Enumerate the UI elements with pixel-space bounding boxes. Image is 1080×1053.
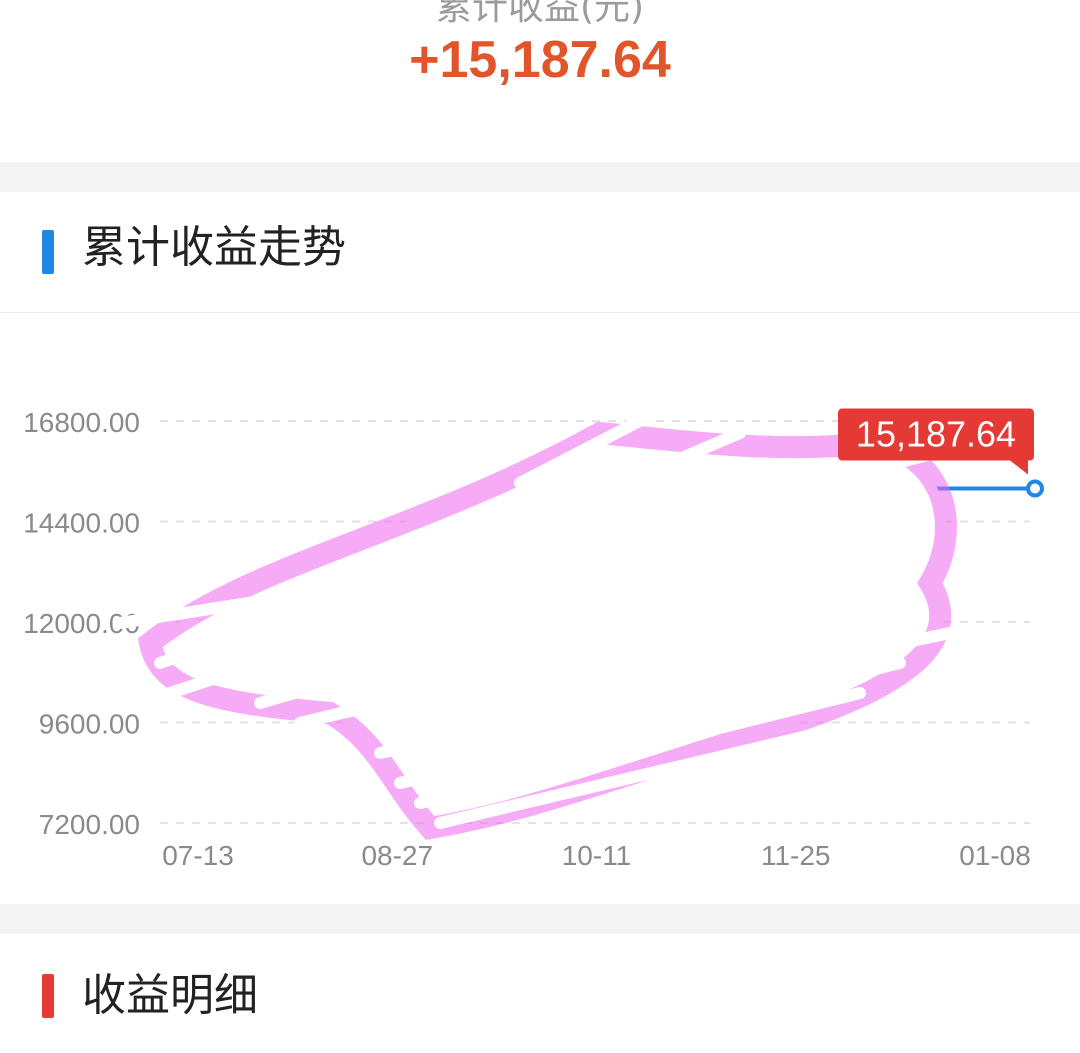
chart-svg: 16800.0014400.0012000.009600.007200.0007…: [23, 407, 1044, 871]
detail-section-title: 收益明细: [82, 970, 258, 1021]
page: 累计收益(元) +15,187.64 累计收益走势 16800.00 14400.…: [0, 0, 1080, 1053]
scribble-overlay: [114, 407, 961, 840]
section-gap: [0, 904, 1080, 934]
x-tick-label: 11-25: [761, 840, 831, 871]
x-tick-label: 07-13: [162, 840, 234, 871]
summary-caption: 累计收益(元): [435, 0, 645, 28]
detail-accent-bar: [42, 974, 54, 1018]
y-tick-label: 14400.00: [23, 508, 140, 539]
y-tick-label: 7200.00: [39, 809, 140, 840]
section-gap: [0, 162, 1080, 192]
end-value-label: 15,187.64: [856, 414, 1016, 455]
summary-panel: 累计收益(元) +15,187.64: [0, 0, 1080, 162]
end-value-tag-pointer: [1010, 460, 1028, 475]
trend-accent-bar: [42, 230, 54, 274]
y-tick-label: 16800.00: [23, 407, 140, 438]
trend-section-header: 累计收益走势: [0, 192, 1080, 312]
y-tick-label: 9600.00: [39, 709, 140, 740]
x-tick-label: 08-27: [361, 840, 433, 871]
trend-section-title: 累计收益走势: [82, 222, 346, 273]
series-end-point[interactable]: [1026, 479, 1044, 498]
total-earnings-value: +15,187.64: [409, 31, 671, 89]
earnings-trend-chart[interactable]: 16800.00 14400.00 12000.00 9600.00 7200.00 07…: [0, 313, 1080, 904]
x-tick-label: 10-11: [562, 840, 632, 871]
x-tick-label: 01-08: [959, 840, 1031, 871]
detail-section-header[interactable]: 收益明细: [0, 934, 1080, 1053]
